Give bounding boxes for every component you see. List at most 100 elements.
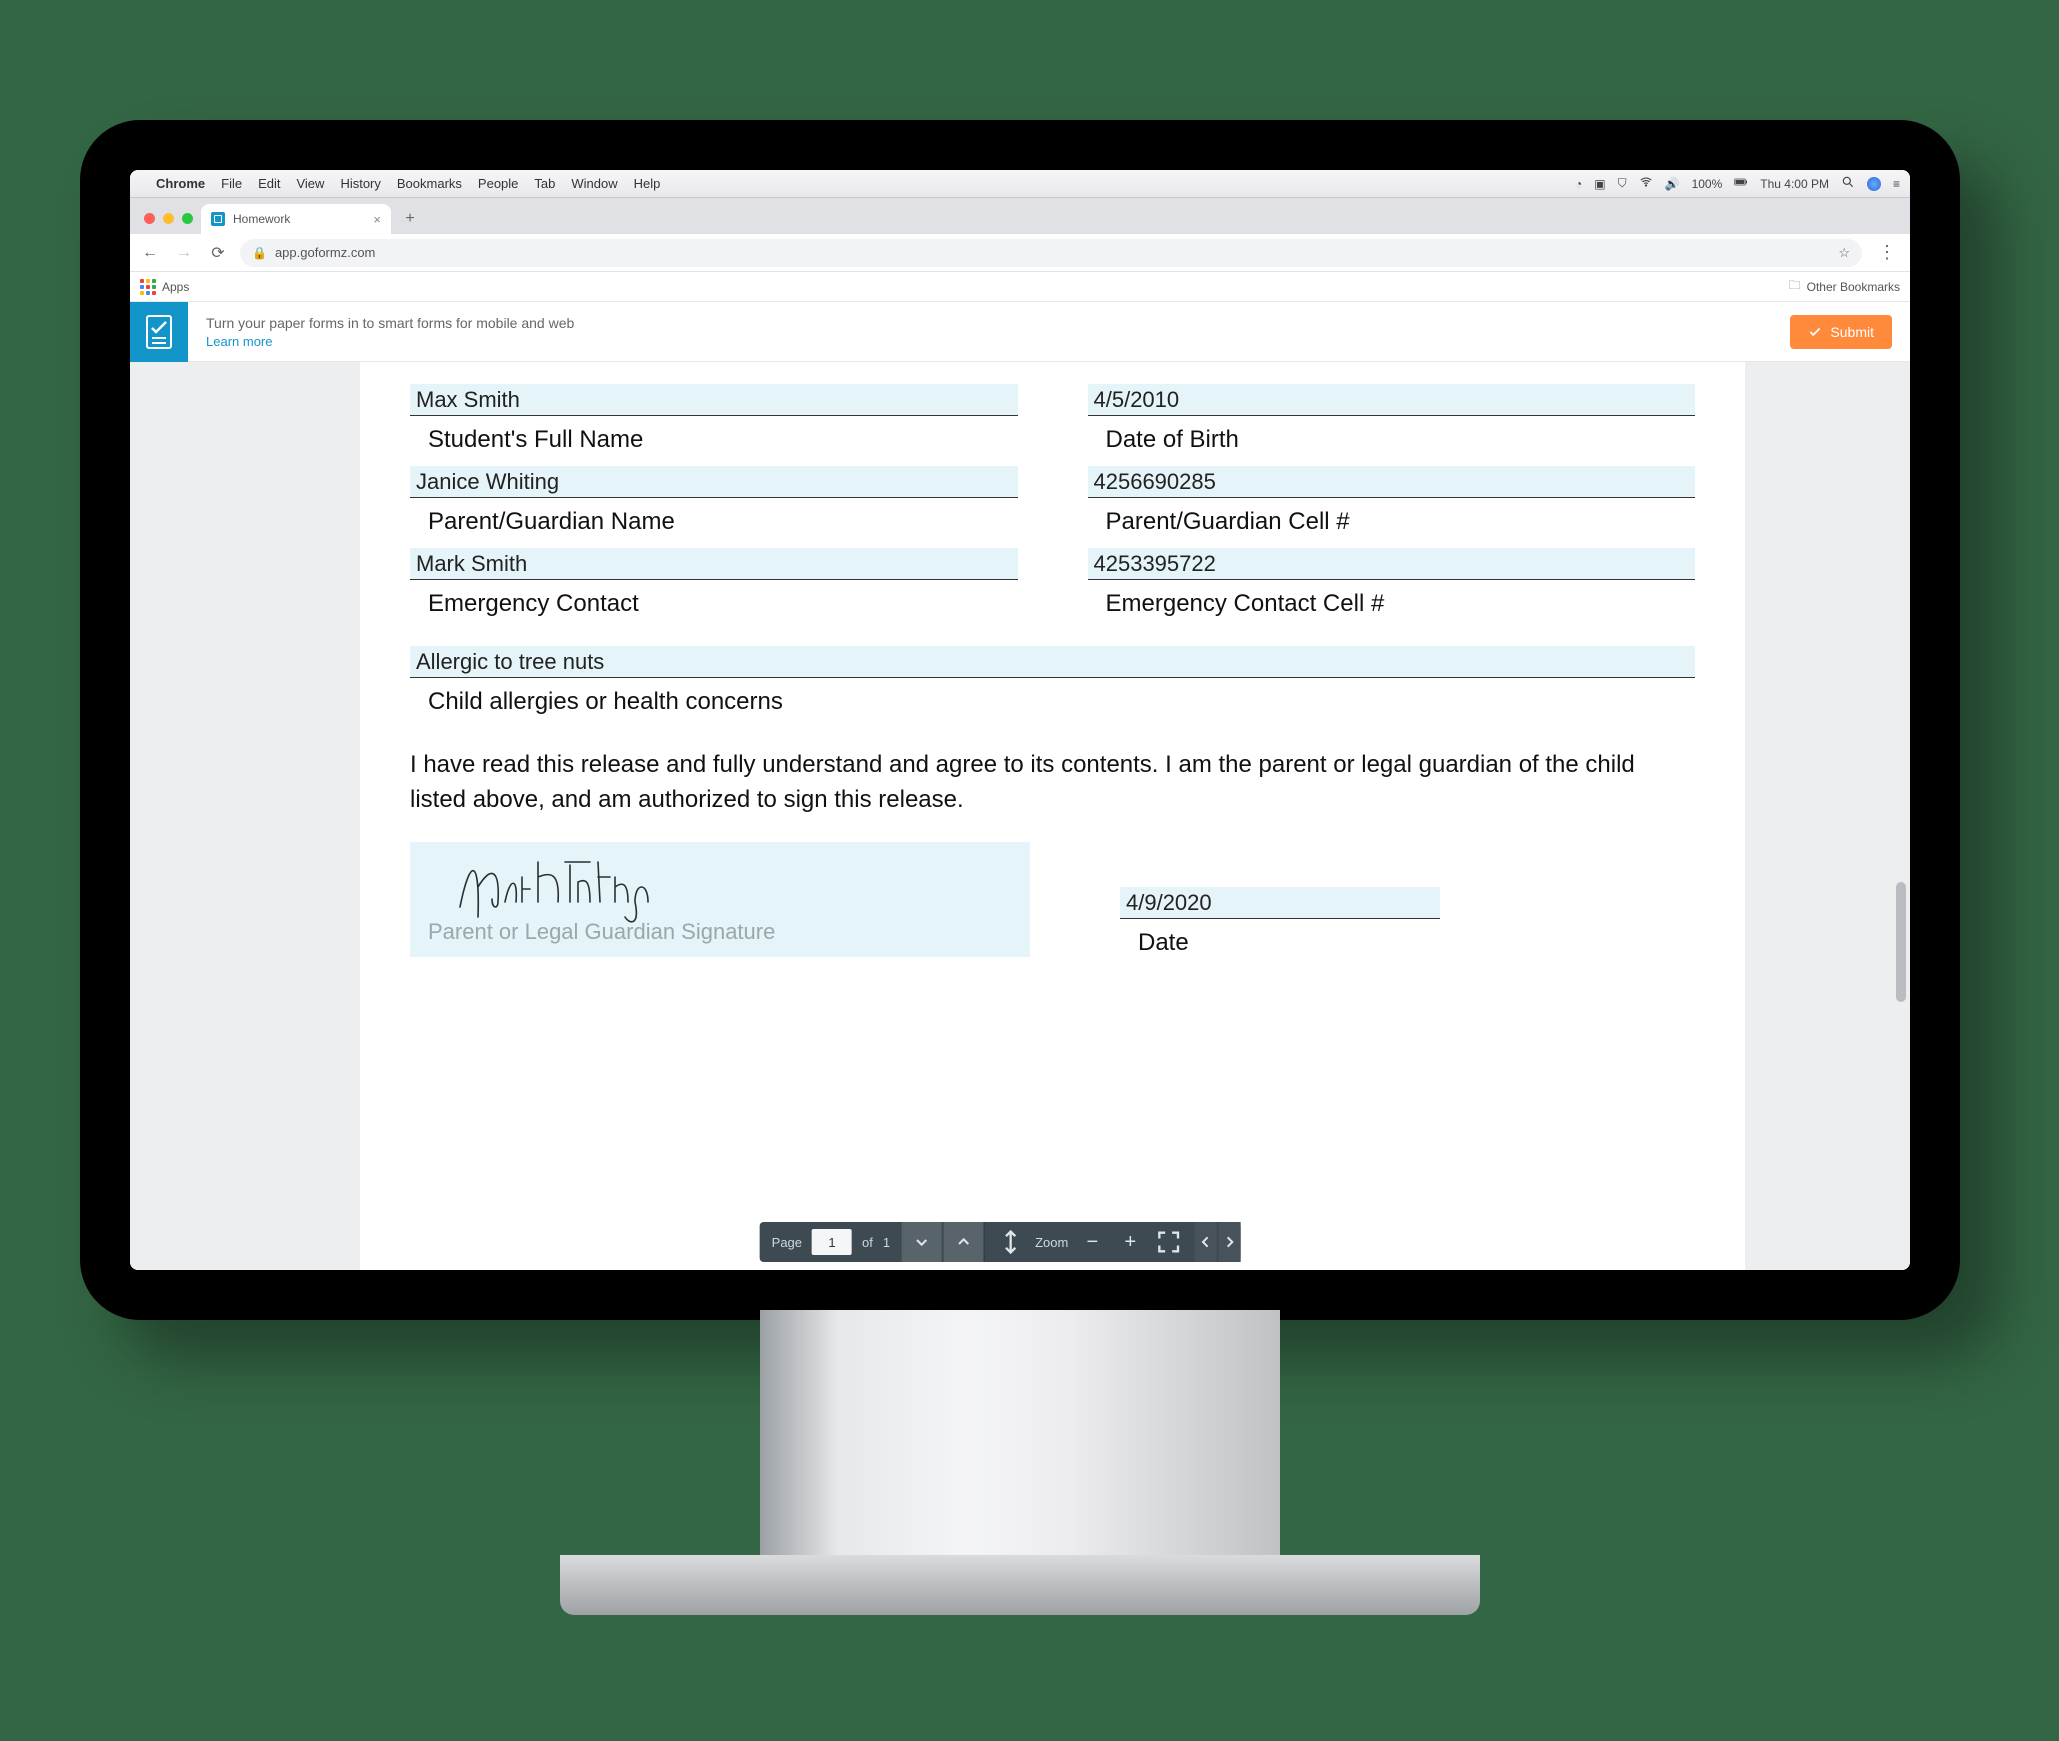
bookmarks-bar: Apps 🗀 Other Bookmarks xyxy=(130,272,1910,302)
nav-back-button[interactable]: ← xyxy=(138,244,162,262)
allergies-input[interactable]: Allergic to tree nuts xyxy=(410,646,1695,678)
learn-more-link[interactable]: Learn more xyxy=(206,334,574,349)
promo-text: Turn your paper forms in to smart forms … xyxy=(206,315,574,331)
status-siri-icon[interactable] xyxy=(1867,177,1881,191)
menu-edit[interactable]: Edit xyxy=(258,176,280,191)
form-logo-icon xyxy=(144,315,174,349)
submit-label: Submit xyxy=(1830,324,1874,340)
signature-field[interactable]: Parent or Legal Guardian Signature xyxy=(410,842,1030,957)
monitor-frame: Chrome File Edit View History Bookmarks … xyxy=(80,120,1960,1320)
apps-icon[interactable] xyxy=(140,279,156,295)
zoom-out-button[interactable]: − xyxy=(1078,1231,1106,1254)
fullscreen-button[interactable] xyxy=(1154,1228,1182,1256)
status-battery-percent: 100% xyxy=(1692,177,1723,191)
dob-input[interactable]: 4/5/2010 xyxy=(1088,384,1696,416)
parent-name-label: Parent/Guardian Name xyxy=(410,498,1018,536)
menu-view[interactable]: View xyxy=(296,176,324,191)
emergency-cell-label: Emergency Contact Cell # xyxy=(1088,580,1696,618)
chevron-down-icon xyxy=(914,1234,930,1250)
form-page: Max Smith Student's Full Name 4/5/2010 D… xyxy=(360,362,1745,1270)
brand-logo[interactable] xyxy=(130,302,188,362)
window-maximize-button[interactable] xyxy=(182,213,193,224)
monitor-stand xyxy=(760,1310,1280,1570)
page-number-input[interactable] xyxy=(812,1229,852,1255)
submit-button[interactable]: Submit xyxy=(1790,315,1892,349)
sign-date-input[interactable]: 4/9/2020 xyxy=(1120,887,1440,919)
new-tab-button[interactable]: + xyxy=(397,206,423,232)
student-name-input[interactable]: Max Smith xyxy=(410,384,1018,416)
fit-height-button[interactable] xyxy=(997,1228,1025,1256)
menu-people[interactable]: People xyxy=(478,176,518,191)
other-bookmarks[interactable]: Other Bookmarks xyxy=(1807,280,1900,294)
apps-label[interactable]: Apps xyxy=(162,280,189,294)
monitor-base xyxy=(560,1555,1480,1615)
url-text: app.goformz.com xyxy=(275,245,375,260)
screen: Chrome File Edit View History Bookmarks … xyxy=(130,170,1910,1270)
nav-forward-button[interactable]: → xyxy=(172,244,196,262)
menu-tab[interactable]: Tab xyxy=(534,176,555,191)
status-battery-icon[interactable] xyxy=(1734,175,1748,192)
menu-window[interactable]: Window xyxy=(571,176,617,191)
fullscreen-icon xyxy=(1154,1228,1182,1256)
page-label: Page xyxy=(772,1235,802,1250)
zoom-in-button[interactable]: + xyxy=(1116,1231,1144,1254)
status-search-icon[interactable] xyxy=(1841,175,1855,192)
document-toolbar: Page of 1 Zoom − + xyxy=(760,1222,1241,1262)
menu-file[interactable]: File xyxy=(221,176,242,191)
allergies-label: Child allergies or health concerns xyxy=(410,678,1695,716)
lock-icon: 🔒 xyxy=(252,246,267,260)
fit-height-icon xyxy=(997,1228,1025,1256)
emergency-cell-input[interactable]: 4253395722 xyxy=(1088,548,1696,580)
emergency-contact-label: Emergency Contact xyxy=(410,580,1018,618)
parent-cell-input[interactable]: 4256690285 xyxy=(1088,466,1696,498)
page-total: 1 xyxy=(883,1235,890,1250)
nav-reload-button[interactable]: ⟳ xyxy=(206,243,230,263)
window-minimize-button[interactable] xyxy=(163,213,174,224)
status-shield-icon[interactable]: ⛉ xyxy=(1618,176,1627,191)
address-bar[interactable]: 🔒 app.goformz.com ☆ xyxy=(240,239,1862,267)
sign-date-label: Date xyxy=(1120,919,1440,957)
menu-help[interactable]: Help xyxy=(634,176,661,191)
toolbar-next-button[interactable] xyxy=(1218,1222,1240,1262)
emergency-contact-input[interactable]: Mark Smith xyxy=(410,548,1018,580)
page-up-button[interactable] xyxy=(944,1222,984,1262)
toolbar-prev-button[interactable] xyxy=(1194,1222,1216,1262)
release-text: I have read this release and fully under… xyxy=(410,748,1695,818)
status-volume-icon[interactable]: 🔊 xyxy=(1665,177,1680,191)
parent-name-input[interactable]: Janice Whiting xyxy=(410,466,1018,498)
app-header: Turn your paper forms in to smart forms … xyxy=(130,302,1910,362)
status-extension-icon[interactable]: ◔ xyxy=(1575,177,1582,191)
tab-favicon-icon xyxy=(211,212,225,226)
chevron-right-icon xyxy=(1221,1234,1237,1250)
tab-title: Homework xyxy=(233,212,290,226)
document-area: Max Smith Student's Full Name 4/5/2010 D… xyxy=(130,362,1910,1270)
status-clock[interactable]: Thu 4:00 PM xyxy=(1760,177,1829,191)
menu-history[interactable]: History xyxy=(340,176,380,191)
bookmark-star-icon[interactable]: ☆ xyxy=(1838,245,1850,261)
window-close-button[interactable] xyxy=(144,213,155,224)
scrollbar-thumb[interactable] xyxy=(1896,882,1906,1002)
status-wifi-icon[interactable] xyxy=(1639,175,1653,192)
check-icon xyxy=(1808,325,1822,339)
page-down-button[interactable] xyxy=(902,1222,942,1262)
mac-menu-bar: Chrome File Edit View History Bookmarks … xyxy=(130,170,1910,198)
signature-placeholder: Parent or Legal Guardian Signature xyxy=(428,919,775,945)
chevron-left-icon xyxy=(1197,1234,1213,1250)
of-label: of xyxy=(862,1235,873,1250)
status-screen-icon[interactable]: ▣ xyxy=(1594,177,1605,191)
folder-icon: 🗀 xyxy=(1789,276,1801,297)
browser-toolbar: ← → ⟳ 🔒 app.goformz.com ☆ ⋮ xyxy=(130,234,1910,272)
tab-close-icon[interactable]: × xyxy=(373,212,381,227)
status-control-center-icon[interactable]: ≡ xyxy=(1893,177,1900,191)
browser-tabstrip: Homework × + xyxy=(130,198,1910,234)
browser-menu-button[interactable]: ⋮ xyxy=(1872,242,1902,263)
signature-icon xyxy=(450,847,710,927)
menubar-app-name[interactable]: Chrome xyxy=(156,176,205,191)
menu-bookmarks[interactable]: Bookmarks xyxy=(397,176,462,191)
student-name-label: Student's Full Name xyxy=(410,416,1018,454)
zoom-label: Zoom xyxy=(1035,1235,1068,1250)
parent-cell-label: Parent/Guardian Cell # xyxy=(1088,498,1696,536)
dob-label: Date of Birth xyxy=(1088,416,1696,454)
browser-tab[interactable]: Homework × xyxy=(201,204,391,234)
chevron-up-icon xyxy=(956,1234,972,1250)
